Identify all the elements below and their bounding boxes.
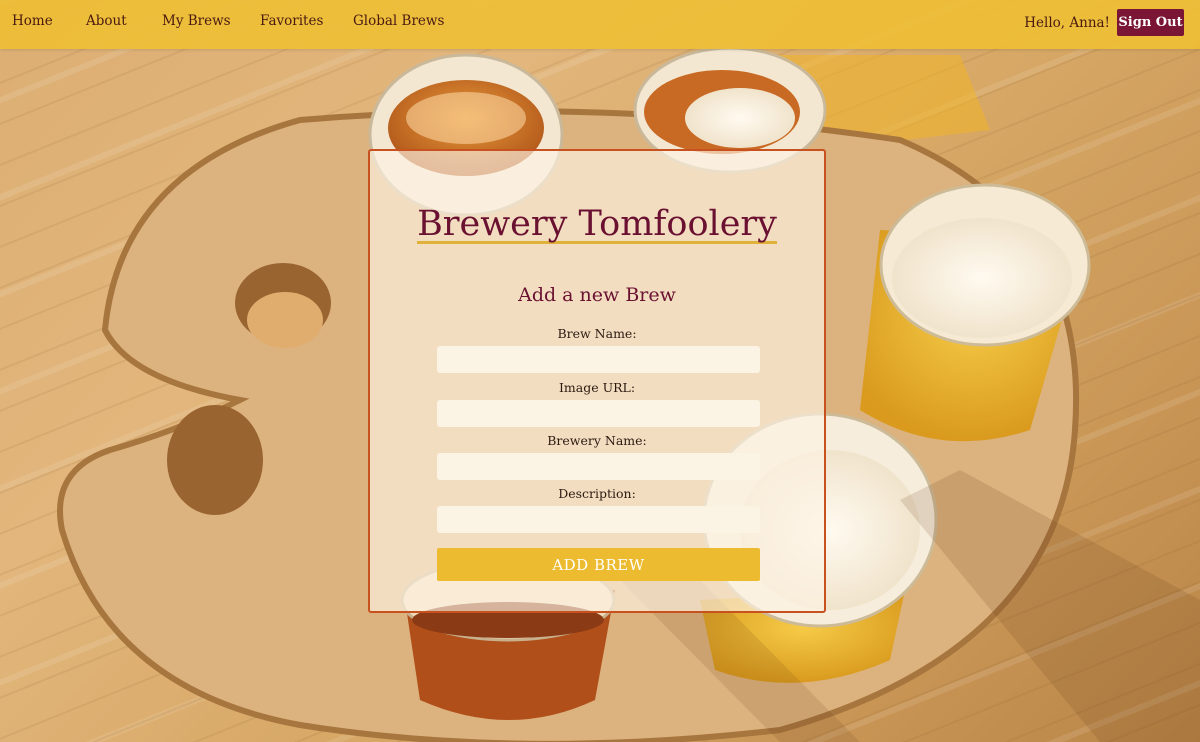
user-greeting: Hello, Anna! — [1024, 15, 1110, 31]
app-title: Brewery Tomfoolery — [370, 204, 824, 244]
top-navbar: Home About My Brews Favorites Global Bre… — [0, 0, 1200, 49]
form-heading: Add a new Brew — [518, 284, 676, 306]
brew-name-label: Brew Name: — [557, 326, 637, 341]
image-url-input[interactable] — [437, 400, 760, 427]
image-url-label: Image URL: — [558, 380, 636, 395]
sign-out-button[interactable]: Sign Out — [1117, 9, 1184, 36]
nav-link-home[interactable]: Home — [12, 13, 53, 29]
description-input[interactable] — [437, 506, 760, 533]
brewery-name-label: Brewery Name: — [547, 433, 647, 448]
nav-link-favorites[interactable]: Favorites — [260, 13, 323, 29]
paddle-hole-floor — [247, 292, 323, 348]
app-title-text: Brewery Tomfoolery — [417, 204, 777, 244]
brewery-name-input[interactable] — [437, 453, 760, 480]
add-brew-button[interactable]: ADD BREW — [437, 548, 760, 581]
add-brew-card: Brewery Tomfoolery Add a new Brew Brew N… — [368, 149, 826, 613]
paddle-hole — [167, 405, 263, 515]
brew-name-input[interactable] — [437, 346, 760, 373]
nav-link-about[interactable]: About — [86, 13, 127, 29]
nav-link-global-brews[interactable]: Global Brews — [353, 13, 444, 29]
nav-link-my-brews[interactable]: My Brews — [162, 13, 231, 29]
description-label: Description: — [558, 486, 636, 501]
